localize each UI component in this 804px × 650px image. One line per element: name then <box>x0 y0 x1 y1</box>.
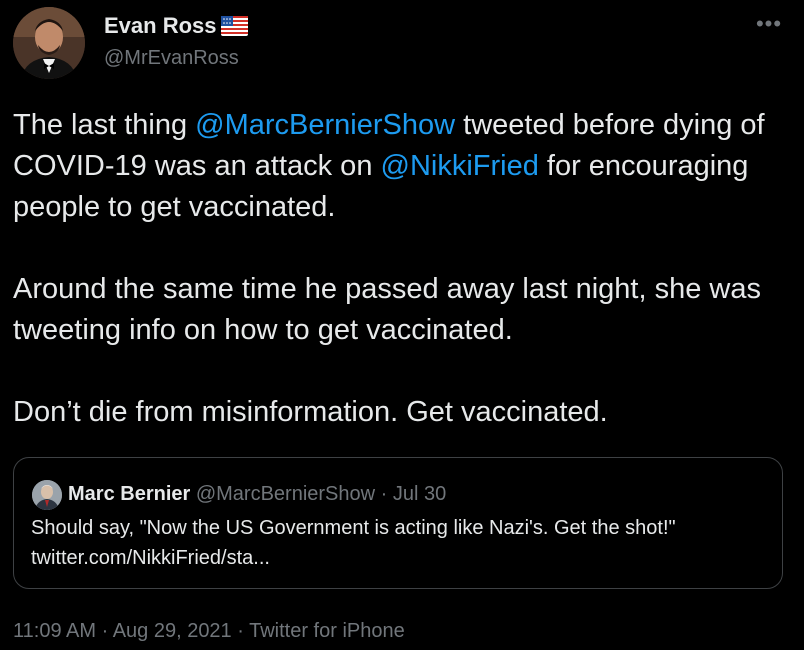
quote-author-avatar <box>32 480 62 510</box>
tweet: Evan Ross @MrEvanRoss ••• The last thing… <box>0 0 804 650</box>
tweet-paragraph-2: Around the same time he passed away last… <box>13 273 761 346</box>
quoted-tweet-card[interactable]: Marc Bernier @MarcBernierShow · Jul 30 S… <box>13 457 783 589</box>
tweet-timestamp: 11:09 AM · Aug 29, 2021 · Twitter for iP… <box>13 618 405 644</box>
mention-link[interactable]: @NikkiFried <box>381 150 539 182</box>
author-name[interactable]: Evan Ross <box>104 13 217 39</box>
mention-link[interactable]: @MarcBernierShow <box>195 109 455 141</box>
author-handle[interactable]: @MrEvanRoss <box>104 46 239 70</box>
quote-text: Should say, "Now the US Government is ac… <box>31 517 676 569</box>
tweet-paragraph-3: Don’t die from misinformation. Get vacci… <box>13 396 608 428</box>
tweet-text: The last thing @MarcBernierShow tweeted … <box>13 105 793 433</box>
timestamp-text[interactable]: 11:09 AM · Aug 29, 2021 · <box>13 620 249 642</box>
us-flag-icon <box>221 16 248 36</box>
quote-header: Marc Bernier @MarcBernierShow · Jul 30 <box>68 481 446 507</box>
author-avatar[interactable] <box>13 7 85 79</box>
text-segment: The last thing <box>13 109 196 141</box>
quote-author-name[interactable]: Marc Bernier <box>68 483 190 505</box>
quote-avatar-image <box>32 480 62 510</box>
avatar-image <box>13 7 85 79</box>
quote-author-meta: @MarcBernierShow · Jul 30 <box>190 483 447 505</box>
tweet-source[interactable]: Twitter for iPhone <box>249 620 405 642</box>
tweet-paragraph-1: The last thing @MarcBernierShow tweeted … <box>13 105 793 228</box>
more-dots-icon[interactable]: ••• <box>752 13 786 40</box>
